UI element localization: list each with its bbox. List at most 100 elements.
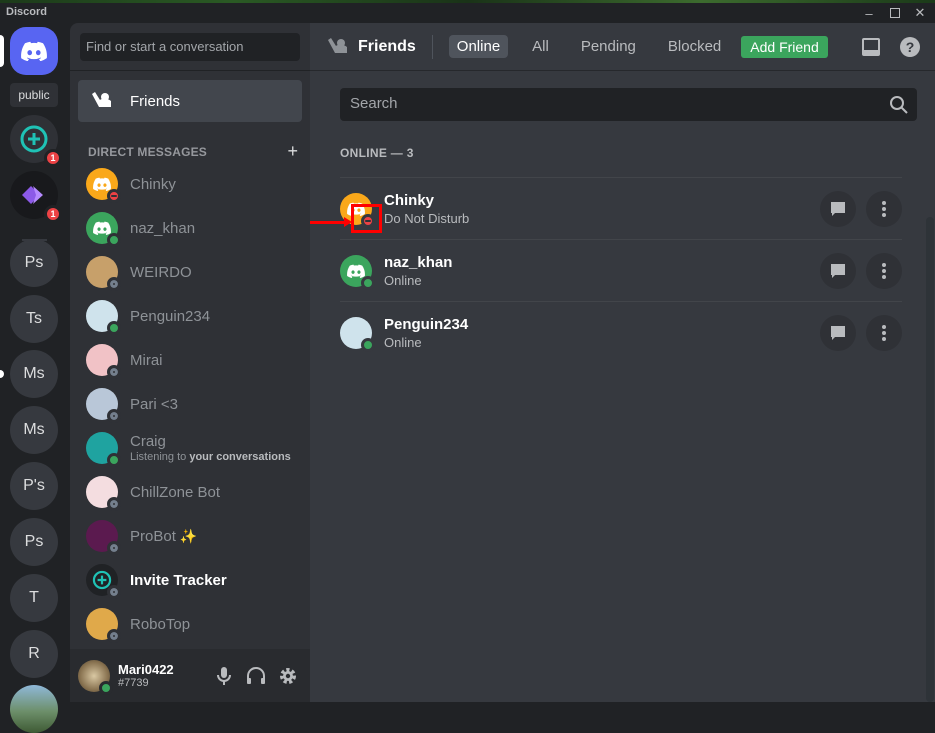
inbox-icon [862,38,880,56]
dm-list-item[interactable]: Pari <3 [78,382,302,426]
message-button[interactable] [820,253,856,289]
server-item[interactable]: Ts [10,295,58,343]
dm-name: Invite Tracker [130,572,227,589]
friends-nav-item[interactable]: Friends [78,80,302,122]
friend-row[interactable]: naz_khan Online [340,239,902,301]
dm-text: Chinky [130,176,176,193]
app-title: Discord [6,6,47,18]
inbox-button[interactable] [859,35,883,59]
maximize-button[interactable] [884,3,906,23]
friend-name: Penguin234 [384,315,469,333]
friends-main: Friends Online All Pending Blocked Add F… [310,23,935,702]
friends-search-input[interactable]: Search [340,88,917,121]
server-invite-tracker[interactable]: 1 [10,115,62,167]
minimize-icon: – [865,5,873,21]
dm-section-label: DIRECT MESSAGES [88,144,208,159]
user-info[interactable]: Mari0422 #7739 [118,662,208,689]
server-item[interactable]: P's [10,462,58,510]
status-offline-indicator [107,629,121,643]
status-online-indicator [99,680,113,695]
dm-name-text: Craig [130,433,166,450]
server-item[interactable]: Ps [10,518,58,566]
server-image-item[interactable] [10,685,58,733]
dm-list-item[interactable]: ProBot ✨ [78,514,302,558]
tab-pending[interactable]: Pending [573,35,644,58]
avatar [86,300,121,335]
dm-name: Pari <3 [130,396,178,413]
notification-badge: 1 [44,205,62,223]
server-item[interactable]: Ms [10,406,58,454]
more-options-button[interactable] [866,315,902,351]
vertical-ellipsis-icon [882,263,886,279]
friend-info: naz_khan Online [384,254,452,288]
dm-text: Mirai [130,352,163,369]
selected-indicator [0,35,4,67]
create-dm-icon[interactable]: + [287,141,298,162]
friend-actions [820,253,902,289]
server-item[interactable]: T [10,574,58,622]
dm-list-item[interactable]: Penguin234 [78,294,302,338]
friend-row[interactable]: Penguin234 Online [340,301,902,363]
avatar [86,212,121,247]
message-button[interactable] [820,191,856,227]
avatar [340,254,375,290]
dm-list-item[interactable]: Chinky [78,162,302,206]
server-rail: public 1 1 Ps Ts Ms Ms P's Ps T R [0,23,70,733]
status-online-indicator [107,321,121,335]
dm-list-item[interactable]: Mirai [78,338,302,382]
user-settings-button[interactable] [272,660,304,692]
dm-name: ProBot ✨ [130,528,197,545]
more-options-button[interactable] [866,253,902,289]
friend-status-text: Online [384,272,422,288]
add-friend-button[interactable]: Add Friend [741,35,828,58]
server-item[interactable]: Ms [10,350,58,398]
dm-list-item[interactable]: Invite Tracker [78,558,302,602]
user-panel: Mari0422 #7739 [70,649,310,702]
dm-name: ChillZone Bot [130,484,220,501]
mute-button[interactable] [208,660,240,692]
dm-name: naz_khan [130,220,195,237]
server-item[interactable]: Ps [10,239,58,287]
home-button[interactable] [10,27,58,75]
dm-text: Invite Tracker [130,572,227,589]
dm-list-item[interactable]: WEIRDO [78,250,302,294]
status-offline-indicator [107,497,121,511]
page-title: Friends [358,37,416,55]
dm-text: Pari <3 [130,396,178,413]
friend-info: Chinky Do Not Disturb [384,192,469,226]
server-item[interactable]: R [10,630,58,678]
dm-list-item[interactable]: RoboTop [78,602,302,646]
dm-name: WEIRDO [130,264,192,281]
dm-list-item[interactable]: ChillZone Bot [78,470,302,514]
diamond-logo-icon [22,186,43,204]
status-online-indicator [361,275,375,290]
tab-blocked[interactable]: Blocked [660,35,729,58]
tab-all[interactable]: All [524,35,557,58]
user-avatar[interactable] [78,659,113,695]
dm-section-header: DIRECT MESSAGES + [88,141,298,162]
deafen-button[interactable] [240,660,272,692]
more-options-button[interactable] [866,191,902,227]
close-button[interactable]: ✕ [909,3,931,23]
dm-name: Mirai [130,352,163,369]
message-button[interactable] [820,315,856,351]
dm-activity: Listening to your conversations [130,451,291,463]
help-button[interactable]: ? [898,35,922,59]
minimize-button[interactable]: – [858,3,880,23]
avatar [86,476,121,511]
server-probot[interactable]: 1 [10,171,62,223]
activity-prefix: Listening to [130,451,190,463]
dm-text: Craig Listening to your conversations [130,433,291,463]
discord-default-avatar-icon [93,221,111,235]
dm-list-item[interactable]: naz_khan [78,206,302,250]
friend-actions [820,191,902,227]
tab-online[interactable]: Online [448,35,509,58]
scrollbar-track[interactable] [926,217,934,702]
dm-name: Penguin234 [130,308,210,325]
dm-name-text: WEIRDO [130,263,192,281]
friend-row[interactable]: Chinky Do Not Disturb [340,177,902,239]
dm-list-item[interactable]: Craig Listening to your conversations [78,426,302,470]
find-conversation-input[interactable]: Find or start a conversation [80,33,300,61]
dm-name-text: RoboTop [130,615,191,633]
status-offline-indicator [107,277,121,291]
